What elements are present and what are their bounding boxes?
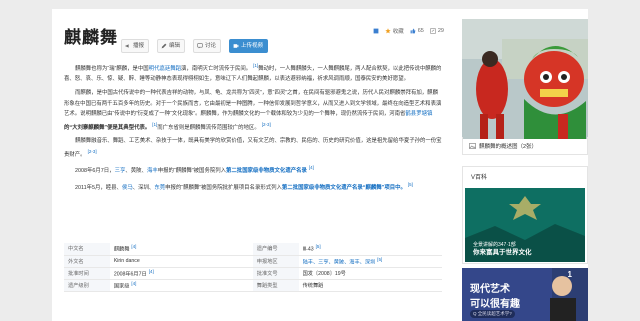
info-key: 申报地区: [252, 255, 299, 268]
inline-link[interactable]: 第二批国家级非物质文化遗产名录“麒麟舞”项目中。: [282, 184, 406, 190]
citation[interactable]: [2-3]: [262, 122, 271, 127]
image-icon: [469, 142, 476, 149]
citation[interactable]: [5]: [316, 244, 321, 249]
citation[interactable]: [4]: [131, 244, 136, 249]
like-button[interactable]: 65: [410, 28, 424, 34]
citation[interactable]: [4]: [309, 165, 314, 170]
qilin-dance-photo: [462, 19, 588, 139]
collect-button[interactable]: 收藏: [385, 27, 404, 35]
inline-link[interactable]: 第二批国家级非物质文化遗产名录: [226, 168, 307, 174]
share-button[interactable]: 29: [430, 28, 444, 34]
pencil-icon: [161, 43, 167, 49]
video-title: 全景讲解的347·1部 你来富具于世界文化: [473, 242, 532, 256]
inline-link[interactable]: 陆丰、三亨、黄陂、海丰、深圳: [303, 259, 376, 265]
video-icon: [233, 44, 239, 48]
thumbs-up-icon: [410, 28, 416, 34]
info-value: 2008年6月7日[4]: [109, 267, 253, 280]
ad-headline-1: 现代艺术: [470, 284, 510, 295]
table-row: 外文名 Kirin dance 申报地区 陆丰、三亨、黄陂、海丰、深圳[5]: [64, 255, 442, 268]
edit-button[interactable]: 编辑: [157, 39, 186, 53]
ad-headline-2: 可以很有趣: [470, 299, 520, 310]
citation[interactable]: [5]: [408, 182, 413, 187]
paragraph-4: 2008年6月7日，三亨、黄陂、海丰申报的“麒麟舞”被国务院列入第二批国家级非物…: [75, 165, 314, 174]
info-key: 批准文号: [252, 267, 299, 280]
paragraph-5: 2011年5月，睦县、侯马、深圳、东莞申报的“麒麟舞”被国务院批扩展项目名录形式…: [75, 181, 413, 191]
paragraph-3: 麒麟舞融音乐、舞蹈、工艺美术、杂技于一体，既具有美学的欣赏价值，又有文艺的、宗教…: [64, 138, 442, 158]
ad-badge: 1: [567, 270, 572, 279]
play-button[interactable]: 播报: [121, 39, 150, 53]
photo-caption[interactable]: 麒麟舞的概述图（2张）: [462, 137, 588, 155]
ad-banner[interactable]: 现代艺术 可以很有趣 Q 全民读超艺术学? 1: [462, 268, 588, 321]
flag-icon: [373, 28, 379, 34]
title-bar: 麒麟舞 播报 编辑 讨论 上传视频 收藏 65 29: [64, 17, 444, 53]
info-key: 批准时间: [64, 267, 110, 280]
table-row: 批准时间 2008年6月7日[4] 批准文号 国发〔2008〕19号: [64, 267, 442, 280]
citation[interactable]: [2-3]: [88, 149, 97, 154]
citation[interactable]: [4]: [131, 281, 136, 286]
table-row: 遗产级别 国家级[4] 舞蹈类型 传统舞蹈: [64, 279, 442, 292]
top-actions: 收藏 65 29: [373, 27, 444, 35]
info-value: Kirin dance: [109, 255, 253, 268]
info-value: 传统舞蹈: [298, 279, 442, 292]
citation[interactable]: [4]: [149, 269, 154, 274]
citation[interactable]: [5]: [377, 257, 382, 262]
inline-link[interactable]: 明代嘉廷舞蹈: [149, 66, 181, 72]
video-box-header: V百科: [471, 175, 488, 181]
info-value: 麒麟舞[4]: [109, 243, 253, 256]
info-key: 中文名: [64, 243, 110, 256]
star-icon: [385, 28, 391, 34]
table-row: 中文名 麒麟舞[4] 遗产编号 Ⅲ-43[5]: [64, 243, 442, 256]
report-button[interactable]: [373, 28, 379, 34]
paragraph-2: 而麒麟，是中国古代传说中的一种代表吉祥的动物，与凤、龟、龙共称为“四灵”，意“四…: [64, 89, 442, 131]
info-value: 国家级[4]: [109, 279, 253, 292]
speaker-icon: [125, 44, 129, 48]
info-key: 外文名: [64, 255, 110, 268]
comment-icon: [197, 43, 203, 49]
inline-link[interactable]: 侯马: [122, 184, 133, 190]
info-value: 陆丰、三亨、黄陂、海丰、深圳[5]: [298, 255, 442, 268]
summary-photo[interactable]: [462, 19, 588, 139]
info-value: 国发〔2008〕19号: [298, 267, 442, 280]
paragraph-1: 麒麟舞也称为“瑞”麒麟，是中国明代嘉廷舞蹈演，南明灭亡时流传于民间。[1]舞动时…: [64, 63, 442, 83]
video-thumbnail[interactable]: 全景讲解的347·1部 你来富具于世界文化: [465, 188, 585, 262]
info-key: 舞蹈类型: [252, 279, 299, 292]
share-icon: [430, 28, 436, 34]
upload-video-button[interactable]: 上传视频: [229, 39, 269, 53]
sidebar: 麒麟舞的概述图（2张） V百科 全景讲解的347·1部 你来富具于世界文化 现代…: [462, 9, 588, 321]
video-box: V百科 全景讲解的347·1部 你来富具于世界文化: [462, 166, 588, 264]
inline-link[interactable]: 鹤县罗塘镇: [405, 111, 432, 117]
info-value: Ⅲ-43[5]: [298, 243, 442, 256]
inline-link[interactable]: 三亨: [115, 168, 126, 174]
info-key: 遗产编号: [252, 243, 299, 256]
ad-subline: Q 全民读超艺术学?: [470, 310, 515, 318]
discuss-button[interactable]: 讨论: [193, 39, 222, 53]
inline-link[interactable]: 海丰: [147, 168, 158, 174]
info-key: 遗产级别: [64, 279, 110, 292]
info-table: 中文名 麒麟舞[4] 遗产编号 Ⅲ-43[5] 外文名 Kirin dance …: [64, 243, 442, 292]
page-title: 麒麟舞: [64, 28, 118, 48]
article-page: 麒麟舞 播报 编辑 讨论 上传视频 收藏 65 29 麒麟舞也称为“瑞”麒麟，是…: [52, 9, 588, 321]
inline-link[interactable]: 东莞: [154, 184, 165, 190]
